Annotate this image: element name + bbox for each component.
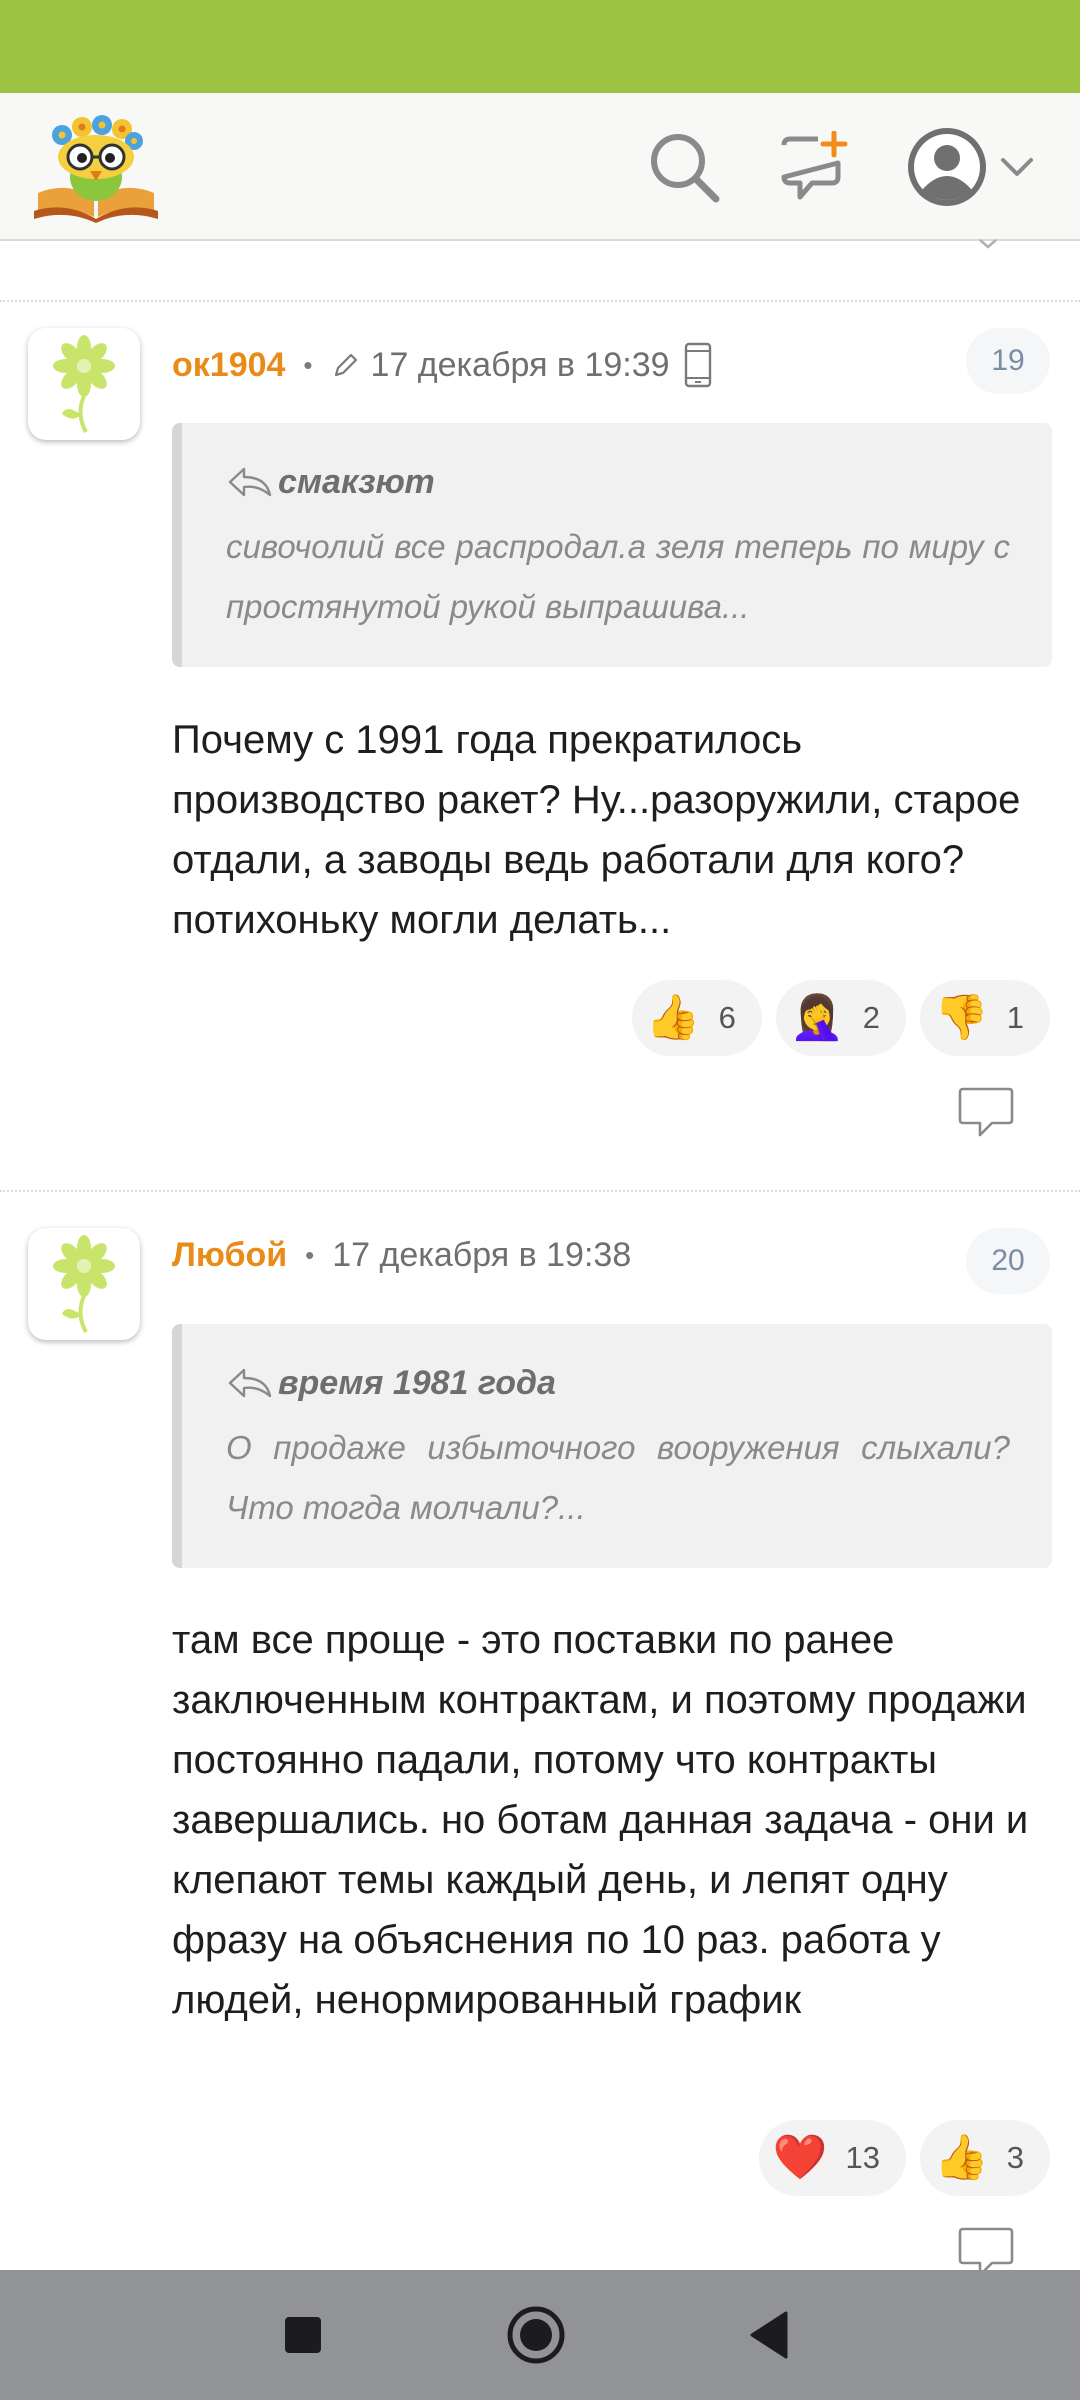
thumbs-up-icon: 👍 <box>645 993 701 1042</box>
reactions-bar: ❤️ 13 👍 3 <box>758 2120 1050 2196</box>
circle-home-icon <box>507 2306 565 2364</box>
comment-date[interactable]: 17 декабря в 19:38 <box>332 1236 631 1275</box>
comment-meta: Любой • 17 декабря в 19:38 <box>172 1230 631 1280</box>
new-post-icon <box>781 131 848 200</box>
reaction-count: 3 <box>1006 2140 1024 2175</box>
user-avatar[interactable] <box>28 328 140 440</box>
new-post-button[interactable] <box>770 123 858 211</box>
home-button[interactable] <box>499 2298 573 2372</box>
site-logo[interactable] <box>32 111 160 223</box>
thumbs-down-icon: 👎 <box>933 993 989 1042</box>
pencil-edit-icon <box>334 353 357 377</box>
meta-separator: • <box>305 1239 315 1270</box>
reaction-count: 1 <box>1006 1000 1024 1035</box>
comment-item: Любой • 17 декабря в 19:38 20 время 1981… <box>0 1190 1080 2277</box>
user-avatar[interactable] <box>28 1228 140 1340</box>
reply-arrow-icon <box>228 1368 272 1398</box>
user-avatar-icon <box>908 128 986 206</box>
reaction-count: 2 <box>862 1000 880 1035</box>
chevron-down-icon <box>1001 158 1033 176</box>
quoted-author: время 1981 года <box>278 1363 556 1402</box>
quoted-reply[interactable]: смакзют сивочолий все распродал.а зеля т… <box>172 423 1052 667</box>
reaction-count: 6 <box>718 1000 736 1035</box>
status-bar <box>0 0 1080 93</box>
comment-author[interactable]: ок1904 <box>172 346 285 385</box>
thumbs-up-icon: 👍 <box>933 2133 989 2182</box>
chamomile-avatar-icon <box>53 1235 115 1333</box>
comment-date[interactable]: 17 декабря в 19:39 <box>371 346 670 385</box>
chevron-down-icon <box>979 239 997 249</box>
facepalm-icon: 🤦‍♀️ <box>789 993 845 1042</box>
reactions-bar: 👍 6 🤦‍♀️ 2 👎 1 <box>631 980 1050 1056</box>
back-button[interactable] <box>732 2298 806 2372</box>
reaction-count: 13 <box>845 2140 880 2175</box>
reaction-heart[interactable]: ❤️ 13 <box>758 2120 906 2196</box>
comment-text: там все проще - это поставки по ранее за… <box>172 1618 1029 2022</box>
quoted-reply[interactable]: время 1981 года О продаже избыточного во… <box>172 1324 1052 1568</box>
triangle-back-icon <box>750 2311 788 2359</box>
meta-separator: • <box>303 349 313 380</box>
reply-arrow-icon <box>228 467 272 497</box>
reaction-facepalm[interactable]: 🤦‍♀️ 2 <box>775 980 906 1056</box>
comment-text: Почему с 1991 года прекратилось производ… <box>172 718 1021 942</box>
comment-meta: ок1904 • 17 декабря в 19:39 <box>172 340 712 390</box>
chamomile-avatar-icon <box>53 335 115 433</box>
system-navigation-bar <box>0 2270 1080 2400</box>
app-header <box>0 93 1080 241</box>
search-button[interactable] <box>640 123 728 211</box>
comment-author[interactable]: Любой <box>172 1236 287 1275</box>
comment-item: ок1904 • 17 декабря в 19:39 19 смакзют с… <box>0 300 1080 1190</box>
reaction-thumbs-up[interactable]: 👍 6 <box>631 980 762 1056</box>
recents-button[interactable] <box>266 2298 340 2372</box>
quoted-text: сивочолий все распродал.а зеля теперь по… <box>226 528 1010 625</box>
comment-number-badge[interactable]: 20 <box>966 1228 1050 1294</box>
quoted-text: О продаже избыточного вооружения слыхали… <box>226 1429 1010 1526</box>
search-icon <box>651 134 720 203</box>
heart-icon: ❤️ <box>772 2133 828 2182</box>
comment-number-badge[interactable]: 19 <box>966 328 1050 394</box>
mobile-device-icon <box>684 342 711 388</box>
quoted-author: смакзют <box>278 462 435 501</box>
square-icon <box>285 2317 321 2353</box>
reaction-thumbs-down[interactable]: 👎 1 <box>919 980 1050 1056</box>
user-menu-button[interactable] <box>895 123 1045 211</box>
reply-comment-icon[interactable] <box>956 1086 1016 1138</box>
reaction-thumbs-up[interactable]: 👍 3 <box>919 2120 1050 2196</box>
